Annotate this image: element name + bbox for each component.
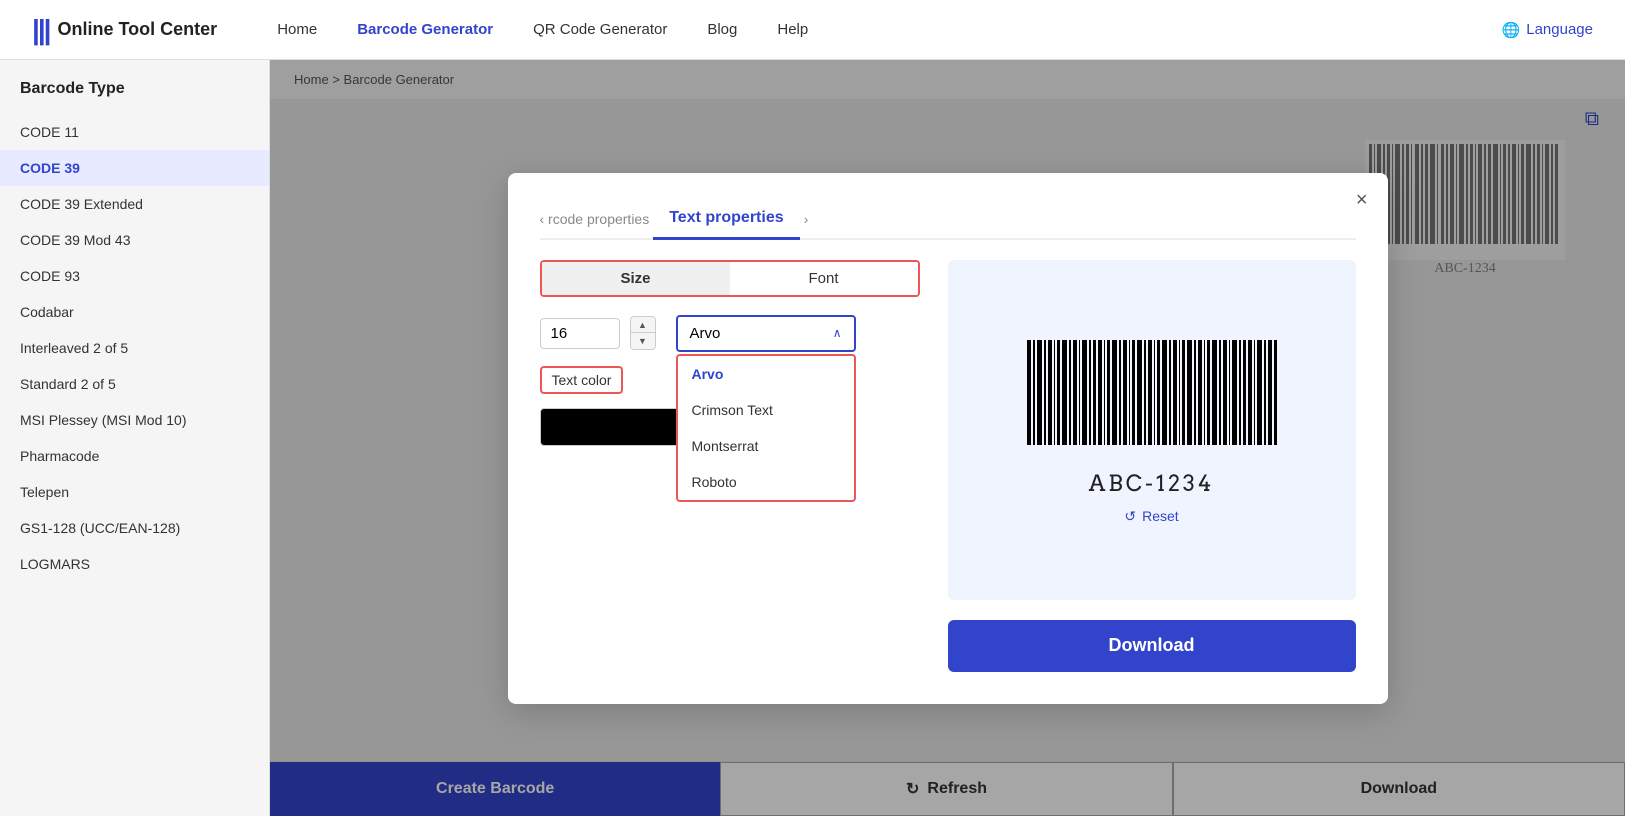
navbar: ||| Online Tool Center Home Barcode Gene… bbox=[0, 0, 1625, 60]
sidebar-item-msi[interactable]: MSI Plessey (MSI Mod 10) bbox=[0, 402, 269, 438]
content-area: Home > Barcode Generator bbox=[270, 60, 1625, 816]
sidebar-item-logmars[interactable]: LOGMARS bbox=[0, 546, 269, 582]
nav-blog[interactable]: Blog bbox=[707, 21, 737, 38]
logo-text: Online Tool Center bbox=[58, 19, 218, 40]
chevron-down-icon: ∧ bbox=[833, 326, 842, 340]
sidebar: Barcode Type CODE 11 CODE 39 CODE 39 Ext… bbox=[0, 60, 270, 816]
reset-icon: ↺ bbox=[1124, 508, 1136, 525]
size-spinners: ▲ ▼ bbox=[630, 316, 656, 350]
modal-overlay: × ‹ rcode properties Text properties › S… bbox=[270, 60, 1625, 816]
nav-barcode-generator[interactable]: Barcode Generator bbox=[357, 21, 493, 38]
size-down-button[interactable]: ▼ bbox=[631, 333, 655, 349]
font-option-montserrat[interactable]: Montserrat bbox=[678, 428, 854, 464]
sidebar-item-telepen[interactable]: Telepen bbox=[0, 474, 269, 510]
barcode-svg-container: ABC-1234 bbox=[1022, 335, 1282, 498]
sidebar-item-code39[interactable]: CODE 39 bbox=[0, 150, 269, 186]
sidebar-item-code39ext[interactable]: CODE 39 Extended bbox=[0, 186, 269, 222]
nav-home[interactable]: Home bbox=[277, 21, 317, 38]
sidebar-item-gs1[interactable]: GS1-128 (UCC/EAN-128) bbox=[0, 510, 269, 546]
sidebar-item-codabar[interactable]: Codabar bbox=[0, 294, 269, 330]
size-tab[interactable]: Size bbox=[542, 262, 730, 295]
barcode-svg bbox=[1022, 335, 1282, 465]
nav-help[interactable]: Help bbox=[777, 21, 808, 38]
main-layout: Barcode Type CODE 11 CODE 39 CODE 39 Ext… bbox=[0, 60, 1625, 816]
modal-tab-text-properties[interactable]: Text properties bbox=[653, 201, 799, 240]
barcode-label: ABC-1234 bbox=[1089, 471, 1215, 498]
modal-prev-tab[interactable]: ‹ rcode properties bbox=[540, 211, 650, 227]
sidebar-item-code93[interactable]: CODE 93 bbox=[0, 258, 269, 294]
font-dropdown-menu: Arvo Crimson Text Montserrat Roboto bbox=[676, 354, 856, 502]
nav-links: Home Barcode Generator QR Code Generator… bbox=[277, 21, 1501, 38]
language-label: Language bbox=[1526, 21, 1593, 38]
modal-left-panel: Size Font ▲ ▼ bbox=[540, 260, 920, 672]
modal-close-button[interactable]: × bbox=[1356, 189, 1368, 212]
sidebar-item-pharmacode[interactable]: Pharmacode bbox=[0, 438, 269, 474]
font-dropdown-wrap: Arvo ∧ Arvo Crimson Text Montserrat Robo… bbox=[676, 315, 856, 352]
language-selector[interactable]: 🌐 Language bbox=[1502, 21, 1593, 39]
nav-qr-generator[interactable]: QR Code Generator bbox=[533, 21, 667, 38]
modal-body: Size Font ▲ ▼ bbox=[540, 260, 1356, 672]
logo-icon: ||| bbox=[32, 14, 50, 46]
font-option-roboto[interactable]: Roboto bbox=[678, 464, 854, 500]
size-input[interactable] bbox=[540, 318, 620, 349]
modal-tabs: ‹ rcode properties Text properties › bbox=[540, 201, 1356, 240]
font-tab[interactable]: Font bbox=[730, 262, 918, 295]
text-color-label: Text color bbox=[540, 366, 624, 394]
sidebar-item-code11[interactable]: CODE 11 bbox=[0, 114, 269, 150]
font-option-crimson[interactable]: Crimson Text bbox=[678, 392, 854, 428]
reset-label: Reset bbox=[1142, 508, 1179, 524]
sidebar-item-standard2of5[interactable]: Standard 2 of 5 bbox=[0, 366, 269, 402]
sidebar-item-code39mod43[interactable]: CODE 39 Mod 43 bbox=[0, 222, 269, 258]
sidebar-item-interleaved[interactable]: Interleaved 2 of 5 bbox=[0, 330, 269, 366]
modal-next-tab-arrow[interactable]: › bbox=[804, 211, 809, 227]
modal-download-button[interactable]: Download bbox=[948, 620, 1356, 672]
font-selected-label: Arvo bbox=[690, 325, 721, 342]
barcode-preview: ABC-1234 ↺ Reset bbox=[948, 260, 1356, 600]
property-tabs: Size Font bbox=[540, 260, 920, 297]
reset-button[interactable]: ↺ Reset bbox=[1124, 508, 1178, 525]
font-option-arvo[interactable]: Arvo bbox=[678, 356, 854, 392]
size-up-button[interactable]: ▲ bbox=[631, 317, 655, 333]
modal-right-panel: ABC-1234 ↺ Reset Download bbox=[948, 260, 1356, 672]
globe-icon: 🌐 bbox=[1502, 21, 1521, 39]
size-font-row: ▲ ▼ Arvo ∧ Arvo bbox=[540, 315, 920, 352]
font-dropdown[interactable]: Arvo ∧ bbox=[676, 315, 856, 352]
modal: × ‹ rcode properties Text properties › S… bbox=[508, 173, 1388, 704]
logo[interactable]: ||| Online Tool Center bbox=[32, 14, 217, 46]
sidebar-title: Barcode Type bbox=[0, 80, 269, 114]
